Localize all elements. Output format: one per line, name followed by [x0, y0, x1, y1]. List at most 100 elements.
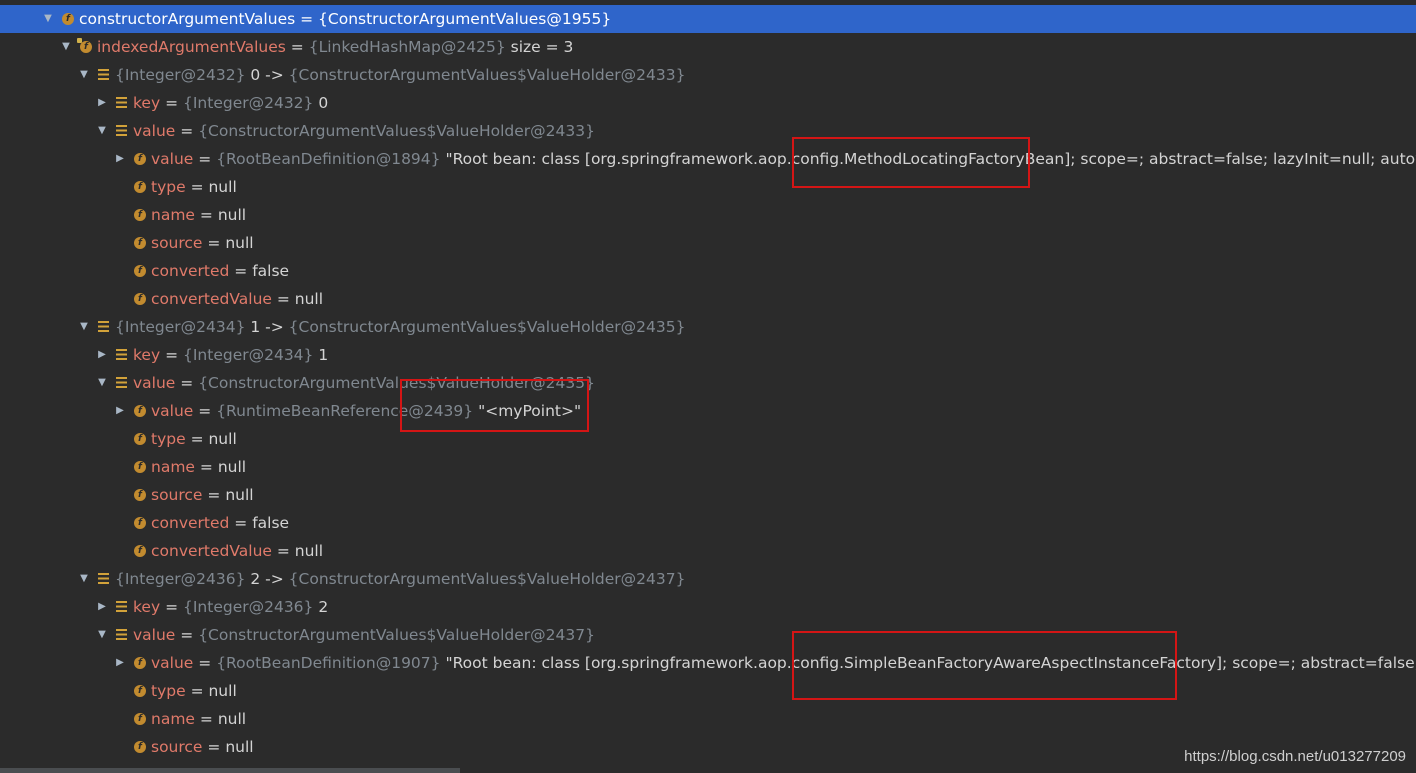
row-label: value = {ConstructorArgumentValues$Value…	[133, 621, 595, 649]
tree-row[interactable]: ▶ f value = {RootBeanDefinition@1907} "Roo…	[0, 649, 1416, 677]
tree-row[interactable]: ▶ key = {Integer@2434} 1	[0, 341, 1416, 369]
equals-sign: =	[271, 290, 295, 308]
tree-row[interactable]: ▼ {Integer@2432} 0 -> {ConstructorArgumen…	[0, 61, 1416, 89]
horizontal-scrollbar[interactable]	[0, 768, 460, 773]
tree-row[interactable]: f type = null	[0, 425, 1416, 453]
variable-value: null	[208, 178, 237, 196]
tree-row[interactable]: f name = null	[0, 705, 1416, 733]
variable-value: 1	[318, 346, 329, 364]
field-icon: f	[62, 13, 74, 25]
equals-sign: =	[194, 206, 218, 224]
tree-row[interactable]: ▼ value = {ConstructorArgumentValues$Valu…	[0, 621, 1416, 649]
expand-arrow-icon[interactable]: ▶	[96, 593, 108, 621]
equals-sign: =	[160, 346, 183, 364]
equals-sign: =	[160, 94, 183, 112]
row-label: name = null	[151, 201, 246, 229]
equals-sign: =	[271, 542, 295, 560]
tree-row[interactable]: f convertedValue = null	[0, 285, 1416, 313]
map-entry-icon	[116, 377, 127, 388]
object-reference: {RootBeanDefinition@1894}	[216, 150, 441, 168]
collapse-arrow-icon[interactable]: ▼	[78, 313, 90, 341]
equals-sign: =	[193, 150, 217, 168]
tree-row[interactable]: f converted = false	[0, 257, 1416, 285]
variable-name: source	[151, 234, 203, 252]
tree-row[interactable]: ▼ f indexedArgumentValues = {LinkedHashMap…	[0, 33, 1416, 61]
variable-value: null	[225, 234, 254, 252]
field-icon: f	[134, 237, 146, 249]
tree-row[interactable]: f converted = false	[0, 509, 1416, 537]
variable-name: converted	[151, 514, 230, 532]
variable-name: source	[151, 486, 203, 504]
row-label: key = {Integer@2432} 0	[133, 89, 328, 117]
highlight-box-simplebeanfactory	[792, 631, 1177, 700]
object-reference: {Integer@2436}	[115, 570, 246, 588]
field-icon: f	[134, 741, 146, 753]
variable-name: name	[151, 206, 195, 224]
tree-row[interactable]: ▼ value = {ConstructorArgumentValues$Valu…	[0, 369, 1416, 397]
field-icon: f	[134, 657, 146, 669]
expand-arrow-icon[interactable]: ▶	[114, 397, 126, 425]
map-entry-icon	[116, 125, 127, 136]
variable-value: null	[217, 458, 247, 476]
equals-sign: =	[202, 486, 226, 504]
map-entry-icon	[98, 573, 109, 584]
tree-row[interactable]: ▶ f value = {RuntimeBeanReference@2439} "<…	[0, 397, 1416, 425]
variable-name: value	[133, 122, 176, 140]
collapse-arrow-icon[interactable]: ▼	[78, 61, 90, 89]
tree-row[interactable]: ▼ value = {ConstructorArgumentValues$Valu…	[0, 117, 1416, 145]
tree-row[interactable]: f name = null	[0, 453, 1416, 481]
map-entry-icon	[98, 321, 109, 332]
object-reference: {ConstructorArgumentValues$ValueHolder@2…	[198, 626, 595, 644]
collapse-arrow-icon[interactable]: ▼	[96, 621, 108, 649]
variable-value: 0	[318, 94, 329, 112]
object-reference: {Integer@2434}	[182, 346, 314, 364]
variable-name: convertedValue	[151, 542, 272, 560]
row-label: source = null	[151, 733, 254, 761]
variable-name: type	[151, 430, 186, 448]
tree-row[interactable]: f type = null	[0, 173, 1416, 201]
field-icon: f	[134, 293, 146, 305]
equals-sign: =	[229, 514, 253, 532]
row-label: name = null	[151, 453, 246, 481]
collapse-arrow-icon[interactable]: ▼	[42, 5, 54, 33]
tree-row[interactable]: ▼ {Integer@2434} 1 -> {ConstructorArgumen…	[0, 313, 1416, 341]
expand-arrow-icon[interactable]: ▶	[96, 341, 108, 369]
highlight-box-mypoint	[400, 379, 589, 432]
tree-row[interactable]: f source = null	[0, 229, 1416, 257]
tree-row[interactable]: ▶ key = {Integer@2436} 2	[0, 593, 1416, 621]
tree-row[interactable]: ▼ f constructorArgumentValues = {Construct…	[0, 5, 1416, 33]
equals-sign: =	[175, 626, 199, 644]
tree-row[interactable]: ▶ f value = {RootBeanDefinition@1894} "Roo…	[0, 145, 1416, 173]
variable-name: value	[133, 626, 176, 644]
row-label: {Integer@2432} 0 -> {ConstructorArgument…	[115, 61, 685, 89]
tree-row[interactable]: f type = null	[0, 677, 1416, 705]
row-label: value = {RootBeanDefinition@1894} "Root …	[151, 145, 1416, 173]
row-label: converted = false	[151, 509, 289, 537]
equals-sign: =	[185, 178, 209, 196]
field-icon: f	[134, 713, 146, 725]
expand-arrow-icon[interactable]: ▶	[96, 89, 108, 117]
tree-row[interactable]: f name = null	[0, 201, 1416, 229]
row-label: convertedValue = null	[151, 537, 323, 565]
row-label: convertedValue = null	[151, 285, 323, 313]
object-reference: {Integer@2432}	[115, 66, 246, 84]
collapse-arrow-icon[interactable]: ▼	[96, 369, 108, 397]
collapse-arrow-icon[interactable]: ▼	[96, 117, 108, 145]
tree-row[interactable]: f convertedValue = null	[0, 537, 1416, 565]
tree-row[interactable]: ▶ key = {Integer@2432} 0	[0, 89, 1416, 117]
map-entry-icon	[116, 629, 127, 640]
collapse-arrow-icon[interactable]: ▼	[78, 565, 90, 593]
expand-arrow-icon[interactable]: ▶	[114, 145, 126, 173]
field-icon: f	[134, 181, 146, 193]
tree-row[interactable]: ▼ {Integer@2436} 2 -> {ConstructorArgumen…	[0, 565, 1416, 593]
equals-sign: =	[175, 122, 199, 140]
equals-sign: =	[194, 458, 218, 476]
variable-name: name	[151, 458, 195, 476]
field-icon: f	[134, 433, 146, 445]
collapse-arrow-icon[interactable]: ▼	[60, 33, 72, 61]
tree-row[interactable]: f source = null	[0, 481, 1416, 509]
row-label: type = null	[151, 173, 237, 201]
field-icon: f	[134, 461, 146, 473]
expand-arrow-icon[interactable]: ▶	[114, 649, 126, 677]
variable-name: indexedArgumentValues	[97, 38, 286, 56]
